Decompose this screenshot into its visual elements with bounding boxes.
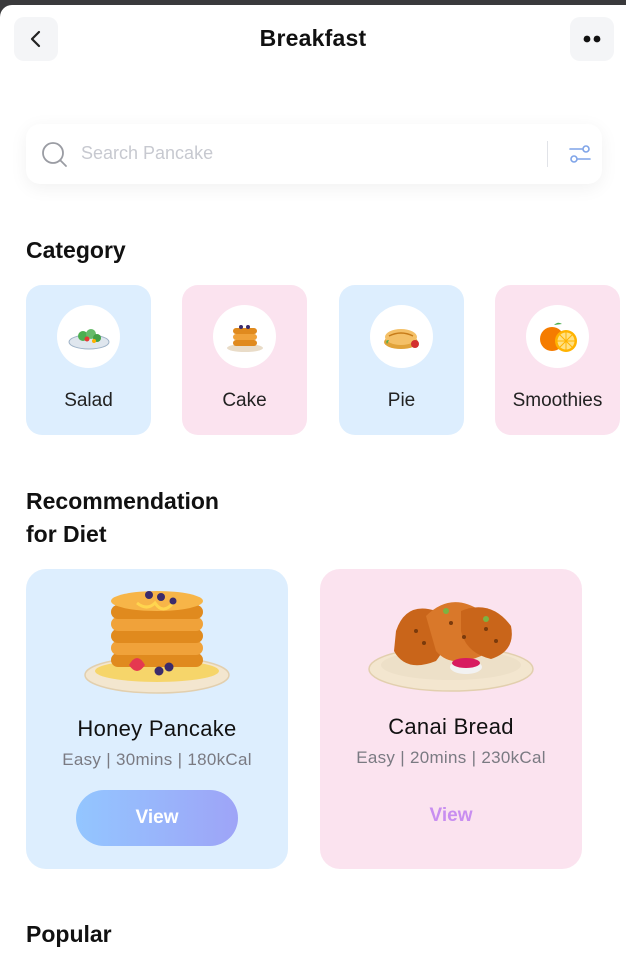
pancake-stack-icon — [226, 324, 263, 352]
category-salad[interactable]: Salad — [26, 285, 151, 435]
popular-title: Popular — [26, 921, 112, 947]
search-bar[interactable]: Search Pancake — [26, 124, 602, 184]
page-title: Breakfast — [259, 25, 367, 51]
pie-icon — [383, 328, 419, 349]
search-icon — [42, 142, 67, 167]
category-icon-holder — [370, 305, 433, 368]
category-label: Cake — [222, 390, 267, 411]
recipe-image — [320, 581, 582, 701]
category-title: Category — [26, 237, 126, 263]
category-icon-holder — [57, 305, 120, 368]
category-smoothies[interactable]: Smoothies — [495, 285, 620, 435]
recipe-name: Canai Bread — [388, 714, 514, 739]
recommendation-title: Recommendation for Diet — [26, 485, 219, 551]
category-icon-holder — [526, 305, 589, 368]
recipe-card-canai-bread[interactable]: Canai Bread Easy | 20mins | 230kCal View — [320, 569, 582, 869]
salad-icon — [68, 328, 109, 349]
filter-sliders-icon[interactable] — [569, 144, 591, 164]
recommendation-title-line2: for Diet — [26, 521, 107, 547]
category-icon-holder — [213, 305, 276, 368]
search-divider — [547, 141, 548, 167]
recipe-meta: Easy | 20mins | 230kCal — [356, 748, 546, 767]
more-options-button[interactable] — [570, 17, 614, 61]
category-pie[interactable]: Pie — [339, 285, 464, 435]
recipe-card-honey-pancake[interactable]: Honey Pancake Easy | 30mins | 180kCal Vi… — [26, 569, 288, 869]
recipe-meta: Easy | 30mins | 180kCal — [62, 750, 252, 769]
more-dots-icon — [583, 35, 601, 43]
canai-bread-image — [368, 602, 534, 692]
recommendation-title-line1: Recommendation — [26, 488, 219, 514]
recipe-image — [26, 581, 288, 701]
category-label: Salad — [64, 390, 113, 411]
category-label: Pie — [387, 390, 416, 411]
honey-pancake-image — [84, 591, 230, 694]
category-cake[interactable]: Cake — [182, 285, 307, 435]
category-label: Smoothies — [512, 390, 603, 411]
recipe-name: Honey Pancake — [77, 716, 237, 741]
view-button[interactable]: View — [76, 790, 238, 846]
app-screen: Breakfast Search Pancake Category Salad … — [0, 5, 626, 975]
search-input[interactable]: Search Pancake — [81, 143, 213, 164]
orange-icon — [539, 322, 577, 352]
view-link[interactable]: View — [320, 805, 582, 827]
top-bar: Breakfast — [0, 5, 626, 75]
